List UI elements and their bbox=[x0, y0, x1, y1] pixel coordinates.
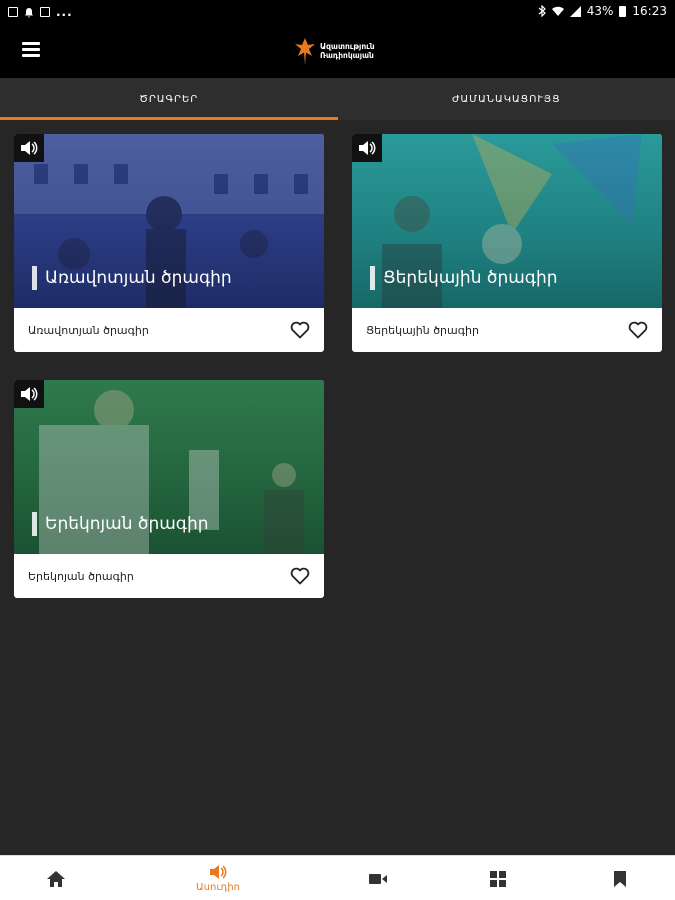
program-thumbnail: Ցերեկային ծրագիր bbox=[352, 134, 662, 308]
bluetooth-icon bbox=[538, 5, 546, 17]
overlay-title-text: Ցերեկային ծրագիր bbox=[383, 268, 558, 288]
home-icon bbox=[47, 870, 65, 887]
card-footer: Ցերեկային ծրագիր bbox=[352, 308, 662, 352]
title-accent-bar bbox=[370, 266, 375, 290]
program-card-evening[interactable]: Երեկոյան ծրագիր Երեկոյան ծրագիր bbox=[14, 380, 324, 598]
bell-icon bbox=[25, 7, 33, 17]
overlay-title-text: Առավոտյան ծրագիր bbox=[45, 268, 232, 288]
clock: 16:23 bbox=[632, 4, 667, 18]
app-bar: Ազատություն Ռադիոկայան bbox=[0, 24, 675, 78]
battery-icon bbox=[619, 5, 627, 17]
logo-line2: Ռադիոկայան bbox=[320, 51, 374, 60]
video-icon bbox=[369, 873, 387, 884]
image-notification-icon bbox=[8, 7, 18, 17]
nav-home[interactable] bbox=[16, 856, 96, 900]
tab-programs[interactable]: ԾՐԱԳՐԵՐ bbox=[0, 78, 338, 120]
program-overlay-title: Երեկոյան ծրագիր bbox=[32, 512, 209, 536]
card-footer: Առավոտյան ծրագիր bbox=[14, 308, 324, 352]
torch-logo-icon bbox=[295, 38, 315, 65]
speaker-icon bbox=[359, 141, 376, 155]
bottom-navigation: Ասուդիո bbox=[0, 855, 675, 900]
program-thumbnail: Առավոտյան ծրագիր bbox=[14, 134, 324, 308]
image-notification-icon bbox=[40, 7, 50, 17]
title-accent-bar bbox=[32, 512, 37, 536]
hamburger-menu-icon[interactable] bbox=[22, 41, 42, 57]
heart-icon[interactable] bbox=[290, 567, 310, 585]
audio-badge bbox=[14, 134, 44, 162]
app-logo: Ազատություն Ռադիոկայան bbox=[294, 34, 375, 68]
tab-label: ԺԱՄԱՆԱԿԱՑՈՒՅՑ bbox=[451, 93, 561, 105]
program-name: Երեկոյան ծրագիր bbox=[28, 569, 134, 583]
program-card-daytime[interactable]: Ցերեկային ծրագիր Ցերեկային ծրագիր bbox=[352, 134, 662, 352]
signal-icon bbox=[569, 5, 581, 17]
logo-line1: Ազատություն bbox=[320, 42, 375, 51]
nav-bookmarks[interactable] bbox=[580, 856, 660, 900]
heart-icon[interactable] bbox=[628, 321, 648, 339]
grid-icon bbox=[490, 870, 506, 887]
speaker-icon bbox=[21, 141, 38, 155]
nav-audio[interactable]: Ասուդիո bbox=[178, 856, 258, 900]
audio-badge bbox=[352, 134, 382, 162]
bookmark-icon bbox=[614, 870, 626, 887]
nav-video[interactable] bbox=[338, 856, 418, 900]
program-thumbnail: Երեկոյան ծրագիր bbox=[14, 380, 324, 554]
program-overlay-title: Ցերեկային ծրագիր bbox=[370, 266, 558, 290]
program-name: Ցերեկային ծրագիր bbox=[366, 323, 479, 337]
speaker-icon bbox=[21, 387, 38, 401]
nav-audio-label: Ասուդիո bbox=[196, 882, 240, 893]
audio-badge bbox=[14, 380, 44, 408]
program-overlay-title: Առավոտյան ծրագիր bbox=[32, 266, 232, 290]
tab-schedule[interactable]: ԺԱՄԱՆԱԿԱՑՈՒՅՑ bbox=[338, 78, 675, 120]
status-system: 43% 16:23 bbox=[538, 4, 667, 18]
status-bar: ... 43% 16:23 bbox=[0, 0, 675, 24]
logo-text: Ազատություն Ռադիոկայան bbox=[320, 42, 375, 60]
heart-icon[interactable] bbox=[290, 321, 310, 339]
overlay-title-text: Երեկոյան ծրագիր bbox=[45, 514, 209, 534]
program-card-morning[interactable]: Առավոտյան ծրագիր Առավոտյան ծրագիր bbox=[14, 134, 324, 352]
status-notifications: ... bbox=[8, 5, 73, 19]
tab-label: ԾՐԱԳՐԵՐ bbox=[139, 93, 199, 105]
program-name: Առավոտյան ծրագիր bbox=[28, 323, 149, 337]
title-accent-bar bbox=[32, 266, 37, 290]
tab-bar: ԾՐԱԳՐԵՐ ԺԱՄԱՆԱԿԱՑՈՒՅՑ bbox=[0, 78, 675, 120]
speaker-icon bbox=[210, 865, 227, 879]
more-notifications-icon: ... bbox=[56, 5, 73, 19]
wifi-icon bbox=[551, 6, 564, 16]
card-footer: Երեկոյան ծրագիր bbox=[14, 554, 324, 598]
battery-percent: 43% bbox=[586, 4, 614, 18]
nav-categories[interactable] bbox=[458, 856, 538, 900]
